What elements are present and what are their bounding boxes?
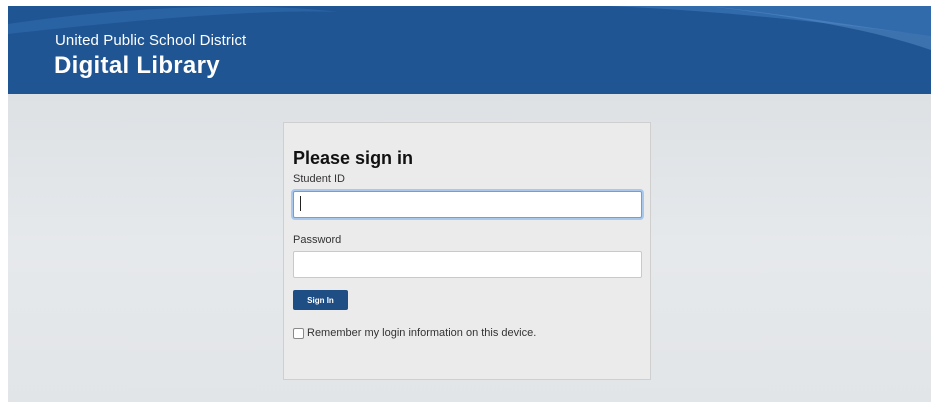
page-frame: United Public School District Digital Li…: [8, 6, 931, 402]
site-header: United Public School District Digital Li…: [8, 6, 931, 94]
main-content: Please sign in Student ID Password Sign …: [8, 94, 931, 402]
text-cursor: [300, 196, 301, 211]
login-title: Please sign in: [293, 148, 414, 168]
student-id-input[interactable]: [293, 191, 642, 218]
login-panel: Please sign in Student ID Password Sign …: [283, 122, 651, 380]
sign-in-button[interactable]: Sign In: [293, 290, 348, 310]
site-title: Digital Library: [54, 52, 220, 79]
remember-me-checkbox[interactable]: [293, 327, 304, 339]
header-wave-decoration: [8, 6, 931, 50]
district-name: United Public School District: [55, 32, 247, 49]
password-input[interactable]: [293, 251, 642, 278]
student-id-label: Student ID: [293, 173, 345, 185]
remember-me-label[interactable]: Remember my login information on this de…: [307, 327, 536, 339]
remember-me-row[interactable]: Remember my login information on this de…: [293, 327, 536, 339]
password-label: Password: [293, 234, 342, 246]
